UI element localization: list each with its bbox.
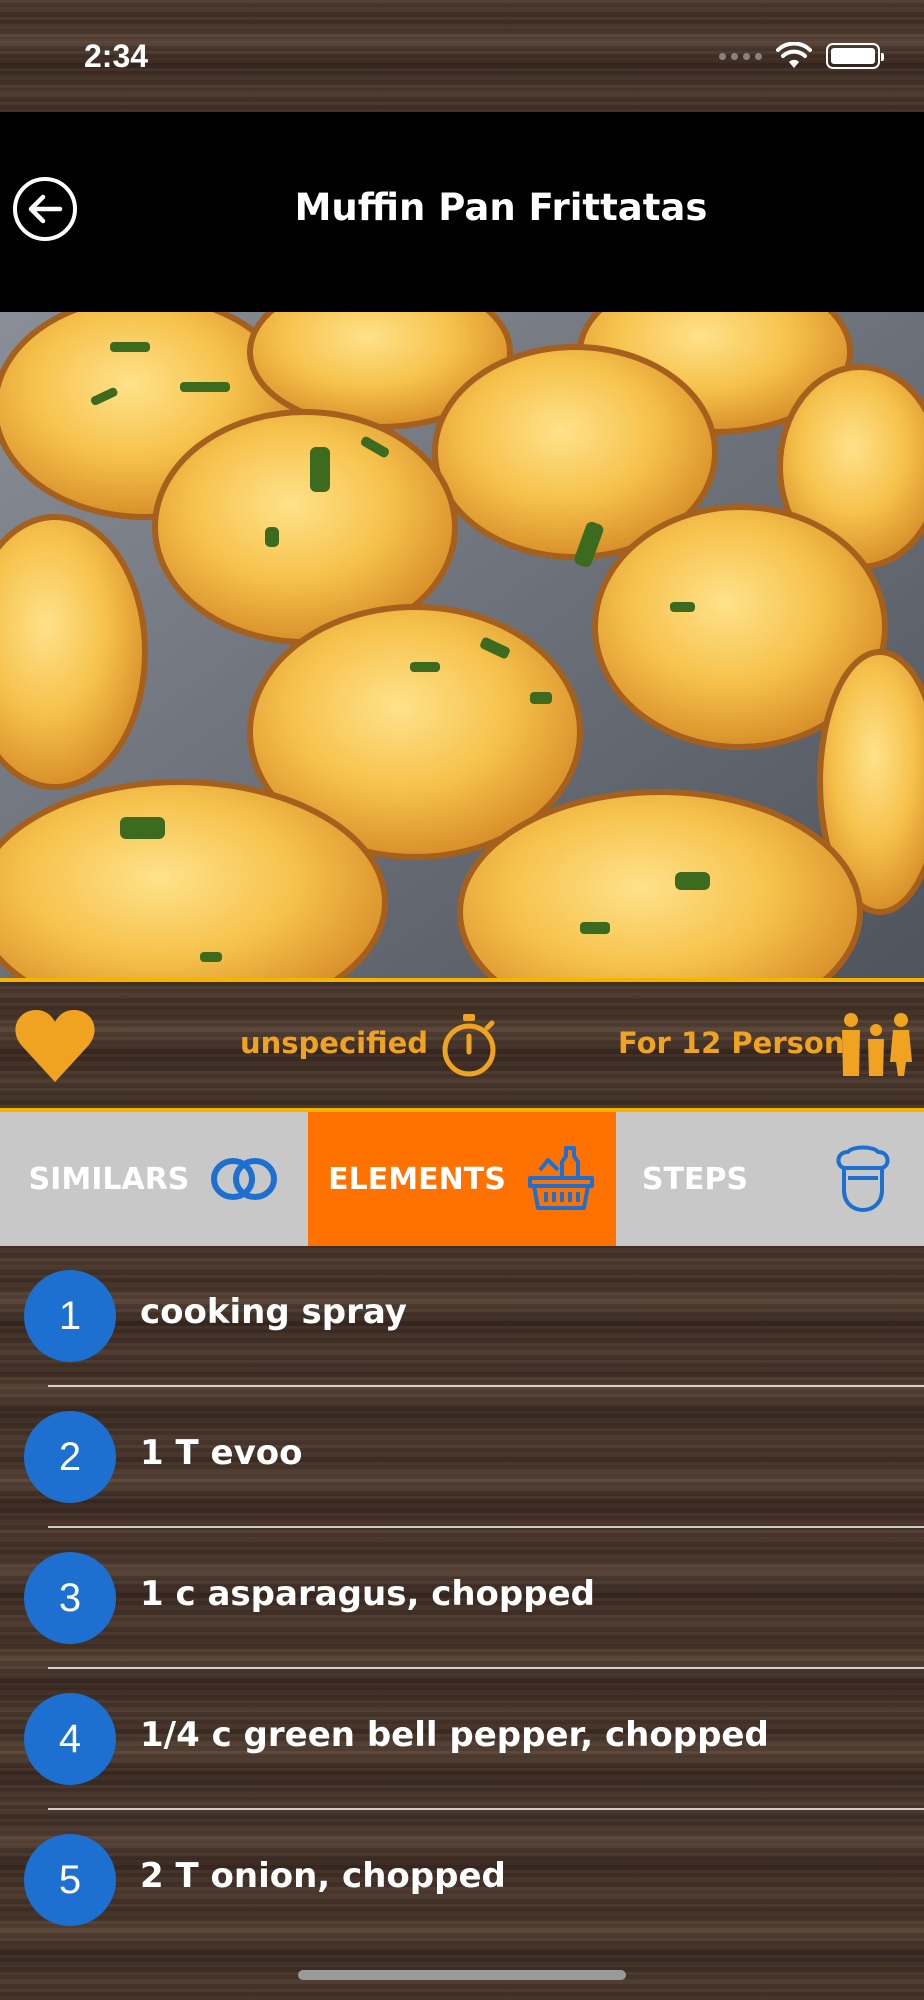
ingredient-text: cooking spray — [140, 1292, 407, 1332]
ingredient-text: 1 T evoo — [140, 1433, 303, 1473]
page-title: Muffin Pan Frittatas — [294, 186, 708, 229]
chef-icon — [836, 1145, 890, 1212]
cellular-signal-icon — [719, 52, 762, 60]
ingredient-row: 4 1/4 c green bell pepper, chopped — [0, 1669, 924, 1810]
wifi-icon — [776, 42, 812, 68]
cook-time-label: unspecified — [240, 1026, 429, 1060]
servings-label: For 12 Person — [618, 1026, 845, 1060]
ingredient-number-badge: 1 — [24, 1270, 116, 1362]
favorite-button[interactable] — [14, 1008, 96, 1084]
home-indicator[interactable] — [298, 1970, 626, 1980]
heart-icon — [15, 1010, 95, 1082]
stopwatch-icon — [442, 1014, 496, 1077]
ingredient-number-badge: 2 — [24, 1411, 116, 1503]
tab-steps[interactable]: STEPS — [616, 1112, 924, 1246]
ingredient-text: 1/4 c green bell pepper, chopped — [140, 1715, 769, 1755]
status-bar: 2:34 — [0, 0, 924, 112]
ingredient-text: 1 c asparagus, chopped — [140, 1574, 595, 1614]
rings-icon — [211, 1158, 278, 1200]
ingredient-list: 1 cooking spray 2 1 T evoo 3 1 c asparag… — [0, 1246, 924, 2000]
basket-icon — [527, 1146, 594, 1210]
battery-icon — [826, 43, 884, 69]
ingredient-row: 2 1 T evoo — [0, 1387, 924, 1528]
tab-similars[interactable]: SIMILARS — [0, 1112, 308, 1246]
tab-similars-label: SIMILARS — [28, 1161, 190, 1197]
ingredient-row: 1 cooking spray — [0, 1246, 924, 1387]
ingredient-row: 3 1 c asparagus, chopped — [0, 1528, 924, 1669]
tab-steps-label: STEPS — [641, 1161, 749, 1197]
tab-elements-label: ELEMENTS — [328, 1161, 506, 1197]
people-icon — [842, 1013, 912, 1076]
ingredient-number-badge: 4 — [24, 1693, 116, 1785]
nav-header: Muffin Pan Frittatas — [0, 112, 924, 312]
recipe-info-bar: unspecified For 12 Person — [0, 982, 924, 1108]
ingredient-text: 2 T onion, chopped — [140, 1856, 506, 1896]
recipe-tabs: SIMILARS ELEMENTS STEPS — [0, 1112, 924, 1246]
tab-elements[interactable]: ELEMENTS — [308, 1112, 616, 1246]
status-time: 2:34 — [84, 38, 149, 74]
ingredient-number-badge: 3 — [24, 1552, 116, 1644]
ingredient-row: 5 2 T onion, chopped — [0, 1810, 924, 1951]
recipe-photo — [0, 312, 924, 978]
status-icons — [719, 42, 884, 70]
ingredient-number-badge: 5 — [24, 1834, 116, 1926]
